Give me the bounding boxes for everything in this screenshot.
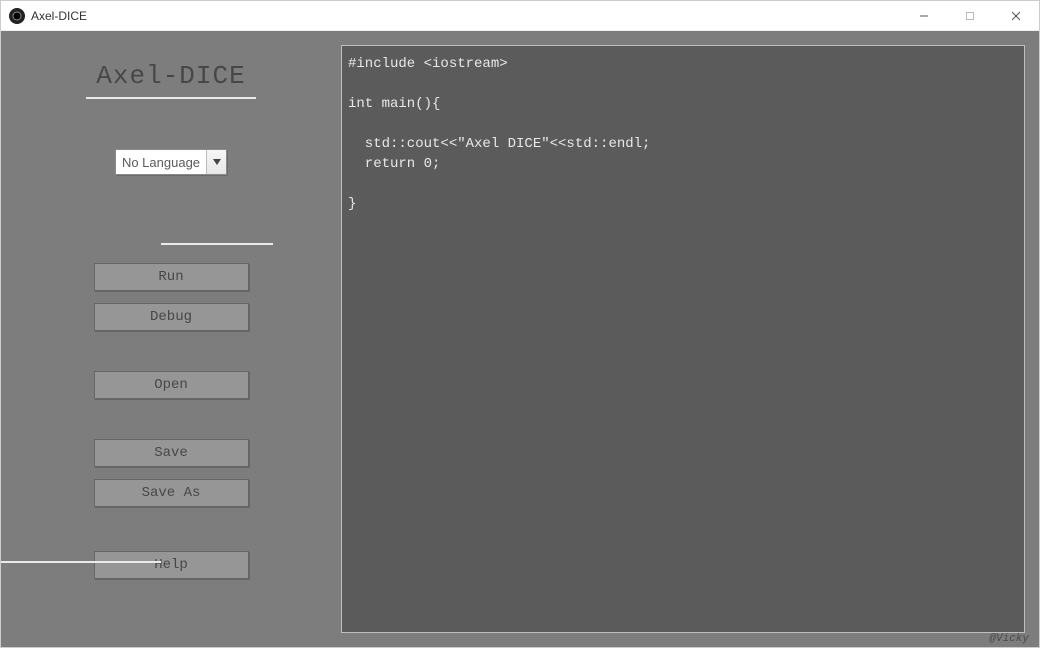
separator bbox=[161, 243, 273, 245]
maximize-button[interactable] bbox=[947, 1, 993, 30]
save-as-button[interactable]: Save As bbox=[94, 479, 249, 507]
titlebar: Axel-DICE bbox=[1, 1, 1039, 31]
code-editor[interactable]: #include <iostream> int main(){ std::cou… bbox=[341, 45, 1025, 633]
chevron-down-icon[interactable] bbox=[206, 150, 226, 174]
minimize-button[interactable] bbox=[901, 1, 947, 30]
help-button[interactable]: Help bbox=[94, 551, 249, 579]
sidebar: Axel-DICE No Language Run Debug Open Sav… bbox=[1, 31, 341, 647]
credit-label: @Vicky bbox=[989, 633, 1029, 645]
titlebar-left: Axel-DICE bbox=[9, 8, 87, 24]
open-button[interactable]: Open bbox=[94, 371, 249, 399]
file-open-group: Open bbox=[94, 371, 249, 399]
separator-bottom bbox=[1, 561, 161, 563]
title-underline bbox=[86, 97, 256, 99]
language-select-value: No Language bbox=[116, 150, 206, 174]
client-area: Axel-DICE No Language Run Debug Open Sav… bbox=[1, 31, 1039, 647]
debug-button[interactable]: Debug bbox=[94, 303, 249, 331]
language-select[interactable]: No Language bbox=[115, 149, 227, 175]
app-window: Axel-DICE Axel-DICE No Language bbox=[0, 0, 1040, 648]
save-button[interactable]: Save bbox=[94, 439, 249, 467]
help-group: Help bbox=[94, 551, 249, 579]
file-save-group: Save Save As bbox=[94, 439, 249, 507]
window-title: Axel-DICE bbox=[31, 9, 87, 23]
exec-button-group: Run Debug bbox=[94, 263, 249, 331]
app-icon bbox=[9, 8, 25, 24]
editor-pane: #include <iostream> int main(){ std::cou… bbox=[341, 31, 1039, 647]
close-button[interactable] bbox=[993, 1, 1039, 30]
window-controls bbox=[901, 1, 1039, 30]
app-title: Axel-DICE bbox=[96, 61, 245, 91]
run-button[interactable]: Run bbox=[94, 263, 249, 291]
